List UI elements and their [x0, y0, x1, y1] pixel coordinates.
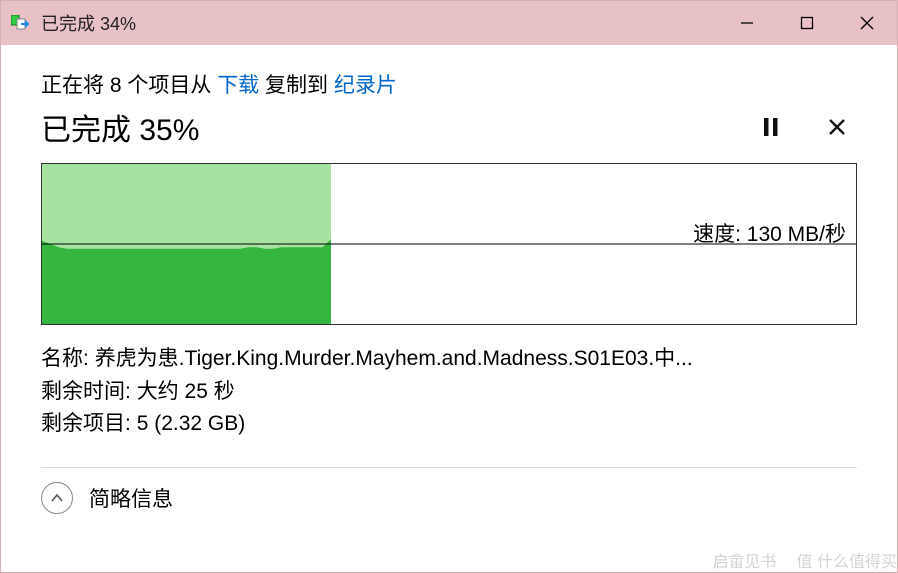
minimize-button[interactable] [717, 1, 777, 45]
more-details-toggle[interactable]: 简略信息 [41, 482, 857, 514]
file-copy-dialog: 已完成 34% 正在将 8 个项目从 下载 复制到 纪录片 已完成 35% [0, 0, 898, 573]
speed-label: 速度: 130 MB/秒 [693, 218, 846, 248]
copy-description: 正在将 8 个项目从 下载 复制到 纪录片 [41, 69, 857, 99]
cancel-button[interactable] [817, 107, 857, 147]
detail-items: 剩余项目: 5 (2.32 GB) [41, 408, 857, 441]
maximize-button[interactable] [777, 1, 837, 45]
source-link[interactable]: 下载 [217, 74, 259, 97]
detail-name: 名称: 养虎为患.Tiger.King.Murder.Mayhem.and.Ma… [41, 343, 857, 376]
chevron-up-icon [41, 482, 73, 514]
close-button[interactable] [837, 1, 897, 45]
dialog-content: 正在将 8 个项目从 下载 复制到 纪录片 已完成 35% 速度: 130 MB… [1, 45, 897, 572]
dest-link[interactable]: 纪录片 [334, 74, 397, 97]
pause-button[interactable] [751, 107, 791, 147]
progress-label: 已完成 35% [41, 105, 725, 149]
titlebar[interactable]: 已完成 34% [1, 1, 897, 45]
speed-graph: 速度: 130 MB/秒 [41, 163, 857, 325]
divider [41, 467, 857, 468]
watermark: 启畲见书 值 什么值得买 [713, 548, 897, 572]
detail-time: 剩余时间: 大约 25 秒 [41, 376, 857, 409]
transfer-details: 名称: 养虎为患.Tiger.King.Murder.Mayhem.and.Ma… [41, 343, 857, 441]
window-title: 已完成 34% [41, 10, 136, 36]
copy-progress-icon [11, 15, 31, 31]
